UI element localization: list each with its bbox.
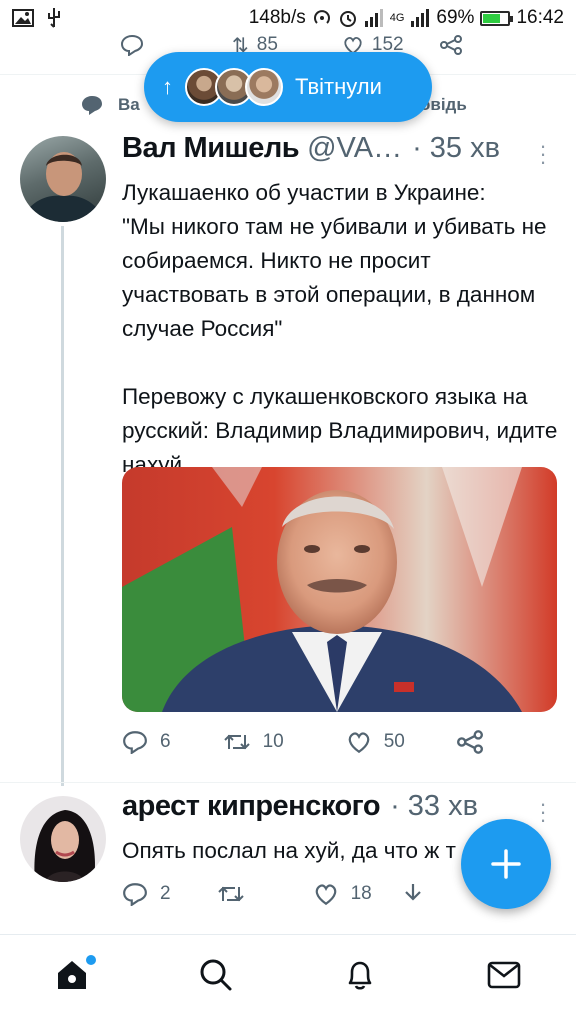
retweet-icon[interactable] xyxy=(223,731,251,753)
tweet-actions: 2 18 6 xyxy=(122,882,520,906)
more-options-icon[interactable]: · · · xyxy=(538,793,548,831)
tweet-time[interactable]: · 35 хв xyxy=(412,132,500,165)
more-options-icon[interactable]: · · · xyxy=(538,135,548,173)
like-count: 18 xyxy=(350,883,372,904)
retweet-icon[interactable] xyxy=(217,883,245,905)
tweet-header: арест кипренского · 33 хв xyxy=(122,790,478,823)
reply-icon[interactable] xyxy=(120,34,144,56)
plus-icon xyxy=(491,849,521,879)
nav-notifications[interactable] xyxy=(330,945,390,1005)
notification-dot xyxy=(86,954,96,965)
share-icon[interactable] xyxy=(439,35,462,55)
like-icon[interactable] xyxy=(346,730,372,754)
author-name[interactable]: арест кипренского xyxy=(122,790,381,823)
reply-icon[interactable] xyxy=(122,730,148,754)
new-tweets-pill[interactable]: ↑ Твітнули xyxy=(144,52,432,122)
pill-label: Твітнули xyxy=(295,74,382,99)
tweet-actions: 6 10 50 xyxy=(122,730,483,754)
reply-count: 2 xyxy=(160,883,171,904)
author-name[interactable]: Вал Мишель xyxy=(122,132,300,165)
reply-context: Ва овідь xyxy=(80,94,467,116)
tweet-time[interactable]: · 33 хв xyxy=(390,790,478,823)
net-speed: 148b/s xyxy=(248,7,306,28)
signal-icon-2 xyxy=(411,9,430,27)
nav-search[interactable] xyxy=(186,945,246,1005)
battery-icon xyxy=(480,10,514,26)
nav-messages[interactable] xyxy=(474,945,534,1005)
avatar xyxy=(245,68,283,106)
hotspot-icon xyxy=(313,10,330,24)
share-icon[interactable] xyxy=(456,730,483,754)
home-icon xyxy=(58,960,86,989)
tweet-image[interactable] xyxy=(122,467,557,712)
signal-icon xyxy=(364,9,383,27)
comment-icon xyxy=(82,96,102,115)
tweet-header: Вал Мишель @VA… · 35 хв xyxy=(122,132,500,165)
like-icon[interactable] xyxy=(313,882,339,906)
tweet-text: Лукашаенко об участии в Украине: "Мы ник… xyxy=(122,180,558,477)
retweet-count: 10 xyxy=(262,731,284,752)
avatar[interactable] xyxy=(20,136,106,222)
like-count: 50 xyxy=(383,731,405,752)
reply-count: 6 xyxy=(160,731,171,752)
pill-avatars xyxy=(185,68,283,106)
gallery-icon xyxy=(12,9,34,27)
nav-home[interactable] xyxy=(42,945,102,1005)
network-type: 4G xyxy=(389,12,405,24)
download-icon[interactable] xyxy=(402,882,424,906)
bottom-navigation xyxy=(0,934,576,1024)
avatar[interactable] xyxy=(20,796,106,882)
usb-icon xyxy=(48,8,60,28)
compose-tweet-button[interactable] xyxy=(461,819,551,909)
arrow-up-icon: ↑ xyxy=(162,74,173,99)
author-handle[interactable]: @VA… xyxy=(307,132,402,165)
reply-context-left: Ва xyxy=(118,95,140,114)
reply-icon[interactable] xyxy=(122,882,148,906)
notifications-icon xyxy=(348,961,372,990)
alarm-icon xyxy=(339,11,356,27)
thread-line xyxy=(61,226,64,786)
search-icon xyxy=(200,959,232,990)
messages-icon xyxy=(487,961,521,988)
battery-percent: 69% xyxy=(436,7,475,28)
clock: 16:42 xyxy=(516,7,564,28)
